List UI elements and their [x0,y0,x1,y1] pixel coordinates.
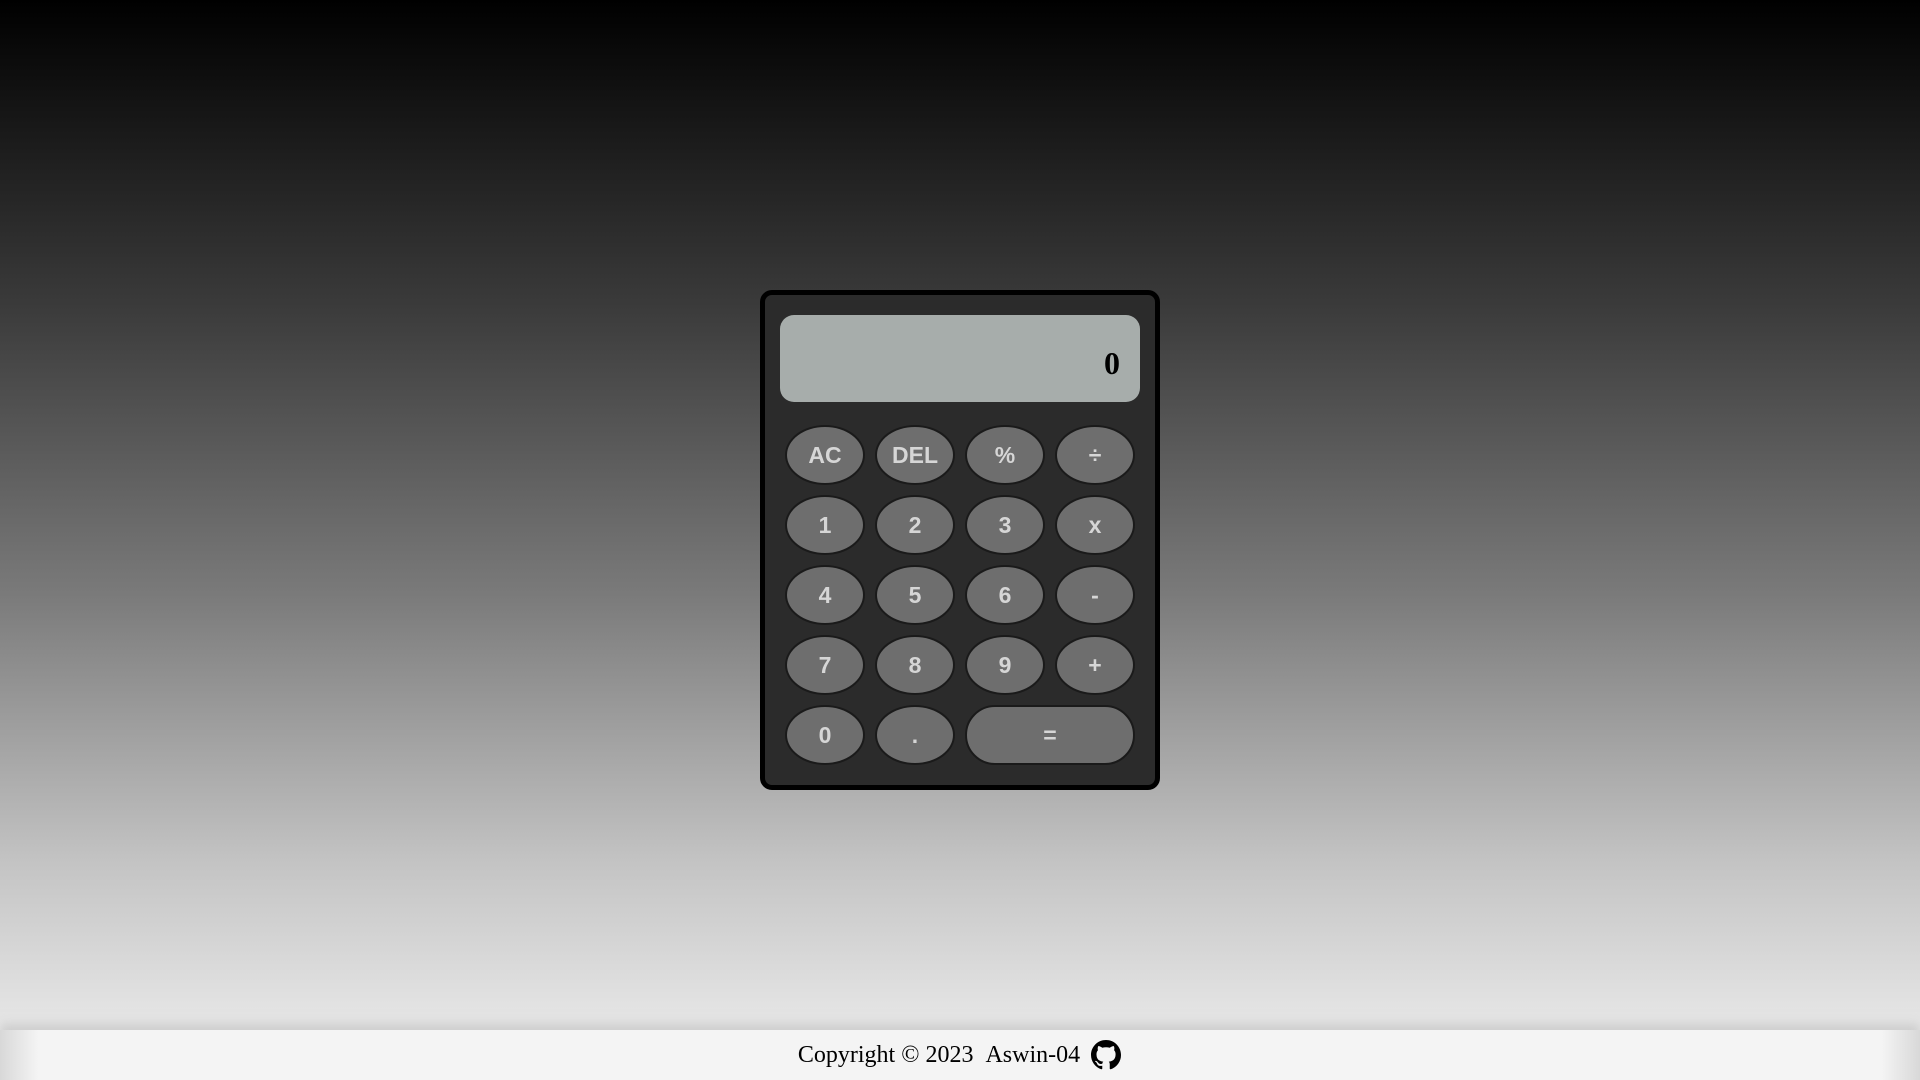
github-icon-svg [1091,1040,1122,1070]
subtract-button[interactable]: - [1055,565,1135,625]
clear-button[interactable]: AC [785,425,865,485]
digit-5-button[interactable]: 5 [875,565,955,625]
add-button[interactable]: + [1055,635,1135,695]
equals-button[interactable]: = [965,705,1135,765]
digit-2-button[interactable]: 2 [875,495,955,555]
digit-3-button[interactable]: 3 [965,495,1045,555]
calculator: 0 AC DEL % ÷ 1 2 3 x 4 5 6 - 7 8 9 + 0 .… [760,290,1160,790]
multiply-button[interactable]: x [1055,495,1135,555]
author-name: Aswin-04 [985,1041,1081,1068]
percent-button[interactable]: % [965,425,1045,485]
digit-4-button[interactable]: 4 [785,565,865,625]
keypad: AC DEL % ÷ 1 2 3 x 4 5 6 - 7 8 9 + 0 . = [785,425,1135,765]
delete-button[interactable]: DEL [875,425,955,485]
divide-button[interactable]: ÷ [1055,425,1135,485]
digit-8-button[interactable]: 8 [875,635,955,695]
decimal-button[interactable]: . [875,705,955,765]
calculator-display: 0 [780,315,1140,402]
digit-0-button[interactable]: 0 [785,705,865,765]
display-value: 0 [1104,345,1120,381]
digit-1-button[interactable]: 1 [785,495,865,555]
copyright-text: Copyright © 2023 [797,1041,974,1068]
digit-9-button[interactable]: 9 [965,635,1045,695]
digit-7-button[interactable]: 7 [785,635,865,695]
github-icon[interactable] [1090,1039,1122,1071]
footer: Copyright © 2023 Aswin-04 [0,1030,1920,1080]
digit-6-button[interactable]: 6 [965,565,1045,625]
